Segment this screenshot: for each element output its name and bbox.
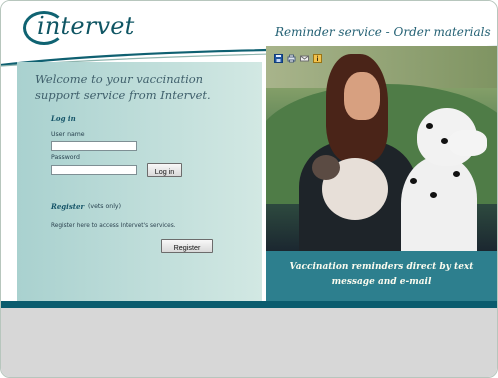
hero-image	[266, 46, 497, 251]
print-icon[interactable]	[287, 54, 296, 63]
cat-face	[312, 155, 340, 180]
login-button[interactable]: Log in	[147, 163, 182, 177]
password-input[interactable]	[51, 165, 137, 175]
dog-snout	[449, 130, 487, 156]
page-frame: intervet Reminder service - Order materi…	[0, 0, 498, 378]
register-button[interactable]: Register	[161, 239, 213, 253]
banner-line-1: Vaccination reminders direct by text	[289, 262, 474, 272]
hero-toolbar	[274, 54, 322, 63]
dog-body	[401, 156, 477, 251]
dog-spot	[410, 178, 417, 184]
footer-stripe	[1, 301, 497, 308]
dog-spot	[441, 138, 448, 144]
password-label: Password	[51, 154, 80, 161]
username-input[interactable]	[51, 141, 137, 151]
header-tagline[interactable]: Reminder service - Order materials	[275, 25, 491, 39]
register-heading: Register	[51, 202, 85, 211]
dog-spot	[430, 192, 437, 198]
username-label: User name	[51, 131, 85, 138]
footer-area	[1, 308, 497, 377]
promo-banner: Vaccination reminders direct by text mes…	[266, 251, 497, 301]
banner-line-2: message and e-mail	[331, 277, 432, 287]
header: intervet Reminder service - Order materi…	[1, 1, 497, 67]
save-icon[interactable]	[274, 54, 283, 63]
register-subtitle: (vets only)	[88, 203, 122, 210]
mail-icon[interactable]	[300, 54, 309, 63]
logo-text: intervet	[37, 12, 135, 40]
info-icon[interactable]	[313, 54, 322, 63]
register-description: Register here to access Intervet's servi…	[51, 223, 176, 229]
banner-text: Vaccination reminders direct by text mes…	[266, 260, 497, 290]
welcome-message: Welcome to your vaccination support serv…	[35, 72, 211, 102]
woman-face	[344, 72, 380, 120]
dog-spot	[453, 171, 460, 177]
dog-spot	[426, 123, 433, 129]
login-heading: Log in	[51, 114, 76, 123]
